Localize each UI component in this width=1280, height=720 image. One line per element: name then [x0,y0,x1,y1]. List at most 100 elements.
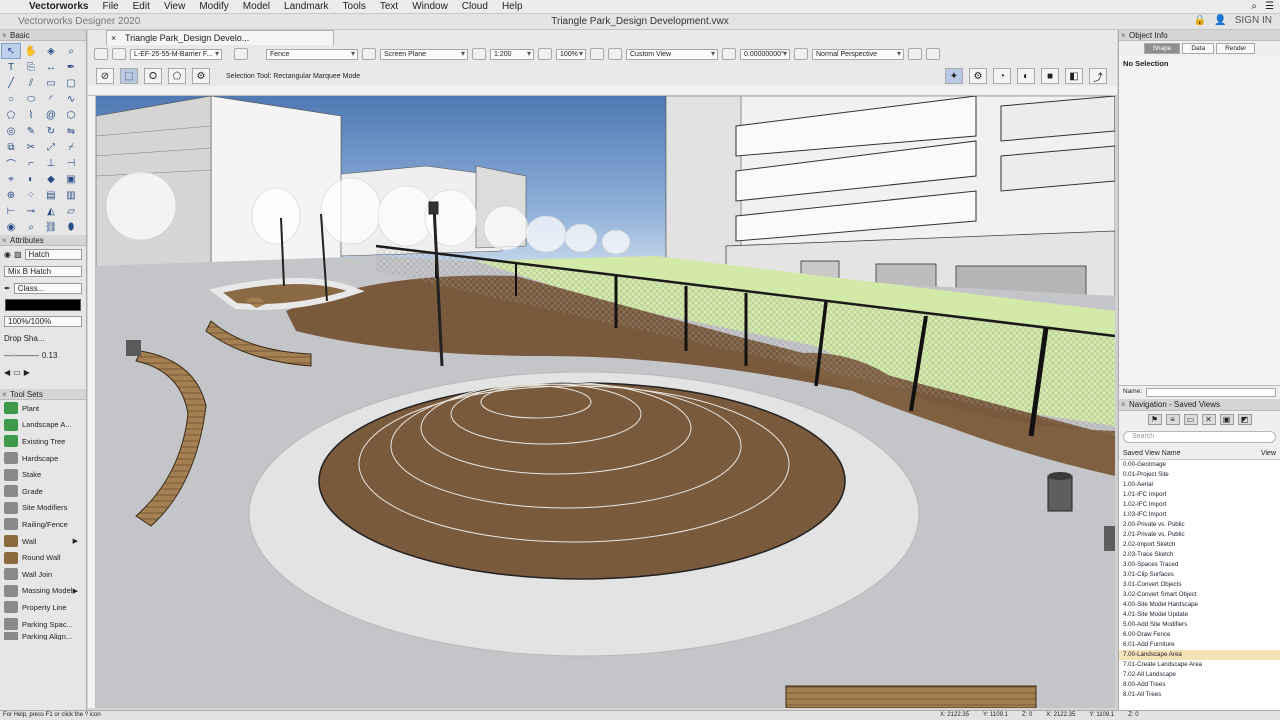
menu-cloud[interactable]: Cloud [455,1,495,12]
attribute-mapping-icon[interactable]: ⌖ [1,171,21,187]
tool-set-grade[interactable]: Grade [0,483,86,500]
split-tool-icon[interactable]: ⌿ [61,139,81,155]
menu-tools[interactable]: Tools [336,1,373,12]
saved-view-item[interactable]: 4.00-Site Model Hardscape [1119,600,1280,610]
drop-shadow-label[interactable]: Drop Sha... [4,334,44,343]
polygon-tool-icon[interactable]: ⬠ [1,107,21,123]
saved-view-item[interactable]: 7.00-Landscape Area [1119,650,1280,660]
pan-tool-icon[interactable]: ✋ [21,43,41,59]
current-view-dropdown[interactable]: Custom View [626,48,718,60]
zoom-dropdown[interactable]: 100% [556,48,586,60]
spiral-tool-icon[interactable]: @ [41,107,61,123]
connect-tool-icon[interactable]: ⊥ [41,155,61,171]
target-tool-icon[interactable]: ◉ [1,219,21,235]
text-tool-icon[interactable]: T [1,59,21,75]
snap-icon[interactable]: ✦ [945,68,963,84]
oval-tool-icon[interactable]: ⬭ [21,91,41,107]
tab-data[interactable]: Data [1182,43,1215,54]
sheet-layers-icon[interactable]: ▭ [1183,414,1198,425]
callout-tool-icon[interactable]: ⎘ [21,59,41,75]
settings-icon[interactable]: ⚙ [969,68,987,84]
menu-file[interactable]: File [95,1,125,12]
scale-icon[interactable] [472,48,486,60]
flyover-tool-icon[interactable]: ◈ [41,43,61,59]
view-cube-icon[interactable] [608,48,622,60]
regular-polygon-tool-icon[interactable]: ⬡ [61,107,81,123]
tool-set-stake[interactable]: Stake [0,466,86,483]
saved-view-item[interactable]: 1.00-Aerial [1119,480,1280,490]
tool-set-landscape-area[interactable]: Landscape A... [0,417,86,434]
fill-type-dropdown[interactable]: Hatch [24,249,82,260]
marker-end-icon[interactable]: ▶ [24,368,30,377]
active-class-dropdown[interactable]: Fence [266,48,358,60]
saved-view-item[interactable]: 1.01-IFC Import [1119,490,1280,500]
col-saved-view-name[interactable]: Saved View Name [1123,450,1180,457]
saved-view-item[interactable]: 6.00-Draw Fence [1119,630,1280,640]
symbol-tool-icon[interactable]: ◆ [41,171,61,187]
rectangular-marquee-mode-button[interactable]: ⬚ [120,68,138,84]
lighting-icon[interactable] [908,48,922,60]
saved-view-item[interactable]: 7.01-Create Landscape Area [1119,660,1280,670]
reshape-tool-icon[interactable]: ✎ [21,123,41,139]
menu-modify[interactable]: Modify [192,1,235,12]
zoom-tool-icon[interactable]: ⌕ [61,43,81,59]
space-tool-icon[interactable]: ▥ [61,187,81,203]
saved-view-item[interactable]: 3.01-Clip Surfaces [1119,570,1280,580]
scale-dropdown[interactable]: 1:200 [490,48,534,60]
plane-icon[interactable] [362,48,376,60]
lock-icon[interactable]: 🔒 [1194,15,1206,26]
zoom-icon[interactable] [538,48,552,60]
saved-view-item[interactable]: 8.01-All Trees [1119,690,1280,700]
saved-view-item[interactable]: 3.02-Convert Smart Object [1119,590,1280,600]
drawing-canvas[interactable] [96,96,1115,708]
line-tool-icon[interactable]: ╱ [1,75,21,91]
saved-view-item[interactable]: 5.00-Add Site Modifiers [1119,620,1280,630]
render-settings-icon[interactable]: ◔ [993,68,1011,84]
lasso-mode-button[interactable]: ⭘ [144,68,162,84]
tool-set-wall[interactable]: Wall ▶ [0,533,86,550]
saved-view-item[interactable]: 2.01-Private vs. Public [1119,530,1280,540]
menu-text[interactable]: Text [373,1,405,12]
fill-pattern-dropdown[interactable]: Mix B Hatch [4,266,82,277]
mirror-tool-icon[interactable]: ⇋ [61,123,81,139]
menu-model[interactable]: Model [236,1,277,12]
saved-views-icon[interactable]: ▣ [1219,414,1234,425]
visibility-icon[interactable]: ◐ [1017,68,1035,84]
close-tab-icon[interactable]: × [111,33,116,43]
tool-set-parking-space[interactable]: Parking Spac... [0,616,86,633]
saved-view-item[interactable]: 3.00-Spaces Traced [1119,560,1280,570]
pen-color-swatch[interactable] [5,299,81,311]
export-icon[interactable]: ⤴ [1089,68,1107,84]
saved-view-item[interactable]: 7.02-All Landscape [1119,670,1280,680]
chamfer-tool-icon[interactable]: ⌐ [21,155,41,171]
saved-view-item[interactable]: 1.02-IFC Import [1119,500,1280,510]
col-view[interactable]: View [1261,450,1276,457]
layer-icon[interactable]: ◧ [1065,68,1083,84]
tool-set-railing-fence[interactable]: Railing/Fence [0,516,86,533]
menu-edit[interactable]: Edit [126,1,157,12]
projection-dropdown[interactable]: Normal Perspective [812,48,904,60]
rectangle-tool-icon[interactable]: ▭ [41,75,61,91]
design-layers-icon[interactable]: ≡ [1165,414,1180,425]
saved-view-item[interactable]: 3.01-Convert Objects [1119,580,1280,590]
spiral2-tool-icon[interactable]: ◎ [1,123,21,139]
sheet-tool-icon[interactable]: ▱ [61,203,81,219]
render-mode-icon[interactable] [590,48,604,60]
saved-view-item[interactable]: 6.01-Add Furniture [1119,640,1280,650]
tab-render[interactable]: Render [1216,43,1256,54]
tool-set-parking-align[interactable]: Parking Align... [0,632,86,641]
wall-basic-tool-icon[interactable]: ▤ [41,187,61,203]
tool-set-round-wall[interactable]: Round Wall [0,549,86,566]
measure-tool-icon[interactable]: ⊢ [1,203,21,219]
saved-views-icon[interactable] [926,48,940,60]
camera-tool-icon[interactable]: ▣ [61,171,81,187]
lock-selection-icon[interactable]: ⊘ [96,68,114,84]
offset-tool-icon[interactable]: ⧉ [1,139,21,155]
tool-set-site-modifiers[interactable]: Site Modifiers [0,500,86,517]
close-icon[interactable]: × [2,235,7,246]
viewports-icon[interactable]: ✕ [1201,414,1216,425]
object-icon[interactable]: ■ [1041,68,1059,84]
stipple-tool-icon[interactable]: ⁘ [21,187,41,203]
active-plane-dropdown[interactable]: Screen Plane [380,48,468,60]
document-tab[interactable]: × Triangle Park_Design Develo... [106,30,334,45]
